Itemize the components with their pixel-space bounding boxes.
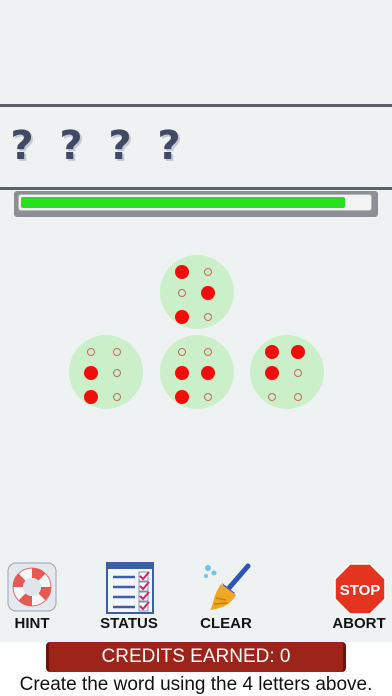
braille-dot-flat [294,369,302,377]
stop-sign-text: STOP [340,582,381,599]
braille-dot-raised [201,366,215,380]
clear-label: CLEAR [200,615,252,632]
braille-dot-raised [84,390,98,404]
answer-slot-2: ? [59,123,83,169]
braille-cell-4[interactable] [250,335,324,409]
braille-dot-raised [265,345,279,359]
braille-cell-2[interactable] [69,335,143,409]
checklist-icon [106,562,154,614]
answer-slot-4: ? [157,123,181,169]
braille-cell-1[interactable] [160,255,234,329]
braille-dot-flat [87,348,95,356]
status-label: STATUS [100,615,158,632]
credits-earned-banner: CREDITS EARNED: 0 [46,642,346,672]
braille-dot-raised [84,366,98,380]
clear-button[interactable]: CLEAR [190,560,260,632]
braille-cell-3[interactable] [160,335,234,409]
braille-dot-flat [294,393,302,401]
abort-label: ABORT [332,615,386,632]
top-area [0,0,392,104]
abort-button[interactable]: STOP ABORT [323,560,392,632]
braille-dot-flat [113,369,121,377]
braille-dot-raised [175,310,189,324]
progress-track [18,194,372,211]
braille-dot-raised [175,265,189,279]
braille-dot-raised [291,345,305,359]
braille-dot-raised [175,366,189,380]
braille-dot-flat [204,348,212,356]
stop-sign-icon: STOP [334,563,386,615]
status-button[interactable]: STATUS [95,560,165,632]
braille-dot-raised [201,286,215,300]
lifebuoy-icon [7,562,57,612]
braille-dot-flat [113,348,121,356]
progress-bar [14,191,378,217]
braille-dot-flat [204,313,212,321]
answer-slot-3: ? [108,123,132,169]
instruction-text: Create the word using the 4 letters abov… [0,674,392,696]
broom-icon [204,563,251,610]
answer-slot-1: ? [10,123,34,169]
braille-dot-flat [113,393,121,401]
braille-dot-flat [204,268,212,276]
braille-dot-flat [178,289,186,297]
braille-dot-raised [265,366,279,380]
progress-fill [21,197,345,208]
braille-dot-flat [204,393,212,401]
braille-dot-flat [178,348,186,356]
braille-dot-raised [175,390,189,404]
hint-button[interactable]: HINT [0,560,70,632]
braille-dot-flat [268,393,276,401]
hint-label: HINT [14,615,50,632]
